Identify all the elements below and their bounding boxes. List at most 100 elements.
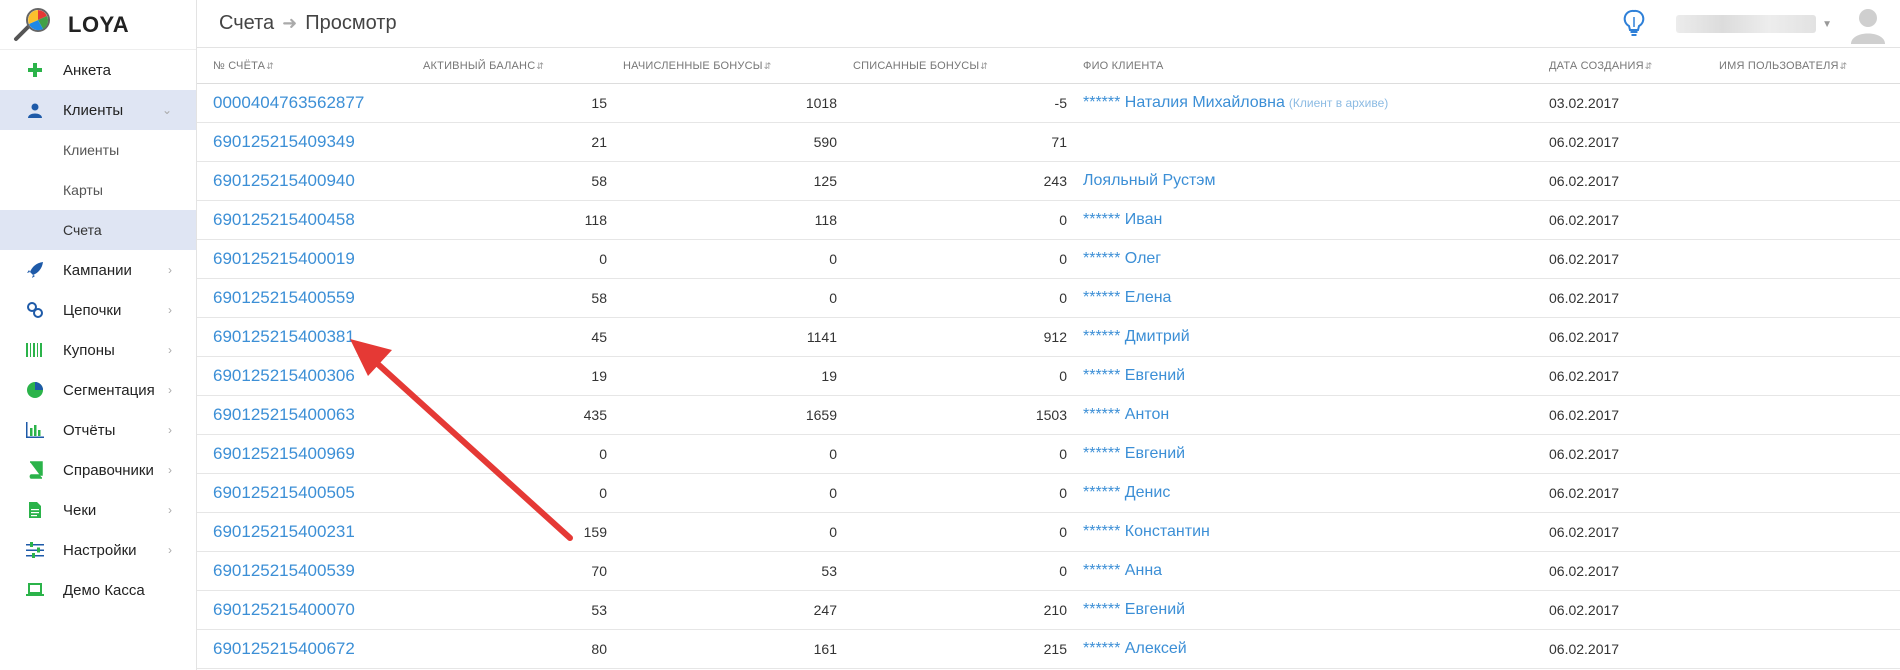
sidebar-item-campaigns[interactable]: Кампании › [0, 250, 196, 290]
account-number-link[interactable]: 690125215400019 [197, 239, 407, 279]
table-row[interactable]: 690125215400070 53 247 210 ****** Евгений 06.… [197, 590, 1900, 630]
spent-bonus-cell: 71 [837, 122, 1067, 162]
table-row[interactable]: 690125215400458 118 118 0 ****** Иван 06.02.2… [197, 200, 1900, 240]
table-row[interactable]: 690125215400381 45 1141 912 ****** Дмитрий 06… [197, 317, 1900, 357]
client-name-link[interactable]: ****** Елена [1083, 289, 1171, 306]
account-number-link[interactable]: 690125215409349 [197, 122, 407, 162]
account-number-link[interactable]: 690125215400458 [197, 200, 407, 240]
client-name-link[interactable]: ****** Олег [1083, 250, 1161, 267]
avatar[interactable] [1848, 4, 1888, 44]
column-header-accrued[interactable]: НАЧИСЛЕННЫЕ БОНУСЫ⇵ [607, 49, 837, 84]
account-number-link[interactable]: 690125215400306 [197, 356, 407, 396]
account-number-link[interactable]: 690125215400381 [197, 317, 407, 357]
sidebar-item-coupons[interactable]: Купоны › [0, 330, 196, 370]
table-row[interactable]: 690125215400969 0 0 0 ****** Евгений 06.02.20… [197, 434, 1900, 474]
active-balance-cell: 21 [407, 122, 607, 162]
accrued-bonus-cell: 0 [607, 473, 837, 513]
account-number-link[interactable]: 690125215400559 [197, 278, 407, 318]
client-name-link[interactable]: ****** Анна [1083, 562, 1162, 579]
caret-down-icon[interactable]: ▼ [1822, 19, 1832, 30]
sidebar-item-label: Сегментация [63, 381, 155, 399]
client-name-link[interactable]: ****** Иван [1083, 211, 1162, 228]
client-name-link[interactable]: ****** Дмитрий [1083, 328, 1190, 345]
sidebar-subitem-cards[interactable]: Карты [0, 170, 196, 210]
sidebar-item-receipts[interactable]: Чеки › [0, 490, 196, 530]
lightbulb-icon[interactable] [1622, 9, 1646, 39]
client-name-link[interactable]: Лояльный Рустэм [1083, 172, 1215, 189]
account-number-link[interactable]: 690125215400969 [197, 434, 407, 474]
sidebar-item-clients[interactable]: Клиенты ⌄ [0, 90, 196, 130]
client-name-link[interactable]: ****** Евгений [1083, 601, 1185, 618]
table-row[interactable]: 0000404763562877 15 1018 -5 ****** Наталия М… [197, 83, 1900, 123]
column-header-balance[interactable]: АКТИВНЫЙ БАЛАНС⇵ [407, 49, 607, 84]
sort-icon: ⇵ [266, 60, 274, 71]
table-row[interactable]: 690125215400063 435 1659 1503 ****** Антон 06… [197, 395, 1900, 435]
account-number-link[interactable]: 690125215400539 [197, 551, 407, 591]
account-number-link[interactable]: 690125215400231 [197, 512, 407, 552]
sidebar-item-directories[interactable]: Справочники › [0, 450, 196, 490]
table-row[interactable]: 690125215400559 58 0 0 ****** Елена 06.02.201… [197, 278, 1900, 318]
table-row[interactable]: 690125215400019 0 0 0 ****** Олег 06.02.2017 [197, 239, 1900, 279]
table-row[interactable]: 690125215400539 70 53 0 ****** Анна 06.02.201… [197, 551, 1900, 591]
account-number-link[interactable]: 690125215400505 [197, 473, 407, 513]
client-name-link[interactable]: ****** Алексей [1083, 640, 1187, 657]
column-header-spent[interactable]: СПИСАННЫЕ БОНУСЫ⇵ [837, 49, 1067, 84]
column-header-user[interactable]: ИМЯ ПОЛЬЗОВАТЕЛЯ⇵ [1703, 49, 1900, 84]
table-row[interactable]: 690125215400672 80 161 215 ****** Алексей 06.… [197, 629, 1900, 669]
creation-date-cell: 06.02.2017 [1533, 161, 1703, 201]
sidebar-subitem-accounts[interactable]: Счета [0, 210, 196, 250]
active-balance-cell: 0 [407, 239, 607, 279]
client-name-link[interactable]: ****** Константин [1083, 523, 1210, 540]
breadcrumb-item-accounts[interactable]: Счета [219, 12, 274, 35]
account-number-link[interactable]: 690125215400940 [197, 161, 407, 201]
creation-date-cell: 06.02.2017 [1533, 278, 1703, 318]
username-cell [1703, 590, 1900, 630]
sidebar-item-segmentation[interactable]: Сегментация › [0, 370, 196, 410]
account-number-link[interactable]: 690125215400672 [197, 629, 407, 669]
username-cell [1703, 356, 1900, 396]
client-name-cell: ****** Олег [1067, 239, 1533, 279]
client-name-link[interactable]: ****** Евгений [1083, 367, 1185, 384]
app-name: LOYA [68, 11, 130, 37]
accrued-bonus-cell: 590 [607, 122, 837, 162]
column-header-fio: ФИО КЛИЕНТА [1067, 49, 1533, 84]
client-name-link[interactable]: ****** Евгений [1083, 445, 1185, 462]
column-header-account[interactable]: № СЧЁТА⇵ [197, 49, 407, 84]
column-header-date[interactable]: ДАТА СОЗДАНИЯ⇵ [1533, 49, 1703, 84]
active-balance-cell: 19 [407, 356, 607, 396]
spent-bonus-cell: 0 [837, 551, 1067, 591]
client-name-cell: ****** Константин [1067, 512, 1533, 552]
bar-chart-icon [25, 420, 45, 440]
user-name-blurred[interactable] [1676, 15, 1817, 33]
sidebar-subitem-clients[interactable]: Клиенты [0, 130, 196, 170]
client-name-link[interactable]: ****** Наталия Михайловна [1083, 94, 1285, 111]
client-name-cell: ****** Антон [1067, 395, 1533, 435]
username-cell [1703, 473, 1900, 513]
sidebar-item-chains[interactable]: Цепочки › [0, 290, 196, 330]
active-balance-cell: 435 [407, 395, 607, 435]
spent-bonus-cell: 0 [837, 239, 1067, 279]
sidebar-item-reports[interactable]: Отчёты › [0, 410, 196, 450]
client-name-link[interactable]: ****** Денис [1083, 484, 1170, 501]
sidebar-item-label: Цепочки [63, 301, 122, 319]
spent-bonus-cell: 210 [837, 590, 1067, 630]
accrued-bonus-cell: 1018 [607, 83, 837, 123]
account-number-link[interactable]: 0000404763562877 [197, 83, 407, 123]
client-name-cell: ****** Елена [1067, 278, 1533, 318]
chevron-right-icon: › [168, 383, 172, 397]
sidebar-item-label: Настройки [63, 541, 137, 559]
table-row[interactable]: 690125215400306 19 19 0 ****** Евгений 06.02.… [197, 356, 1900, 396]
account-number-link[interactable]: 690125215400063 [197, 395, 407, 435]
sidebar: LOYA Анкета Клиенты ⌄ Клиенты Карты Счет… [0, 0, 197, 670]
creation-date-cell: 06.02.2017 [1533, 200, 1703, 240]
client-name-link[interactable]: ****** Антон [1083, 406, 1169, 423]
table-row[interactable]: 690125215409349 21 590 71 06.02.2017 [197, 122, 1900, 162]
table-row[interactable]: 690125215400231 159 0 0 ****** Константин 06.… [197, 512, 1900, 552]
sidebar-item-anketa[interactable]: Анкета [0, 50, 196, 90]
table-row[interactable]: 690125215400505 0 0 0 ****** Денис 06.02.2017 [197, 473, 1900, 513]
sidebar-item-demo-pos[interactable]: Демо Касса [0, 570, 196, 610]
sidebar-item-settings[interactable]: Настройки › [0, 530, 196, 570]
account-number-link[interactable]: 690125215400070 [197, 590, 407, 630]
table-row[interactable]: 690125215400940 58 125 243 Лояльный Рустэм 06… [197, 161, 1900, 201]
logo[interactable]: LOYA [0, 0, 196, 50]
